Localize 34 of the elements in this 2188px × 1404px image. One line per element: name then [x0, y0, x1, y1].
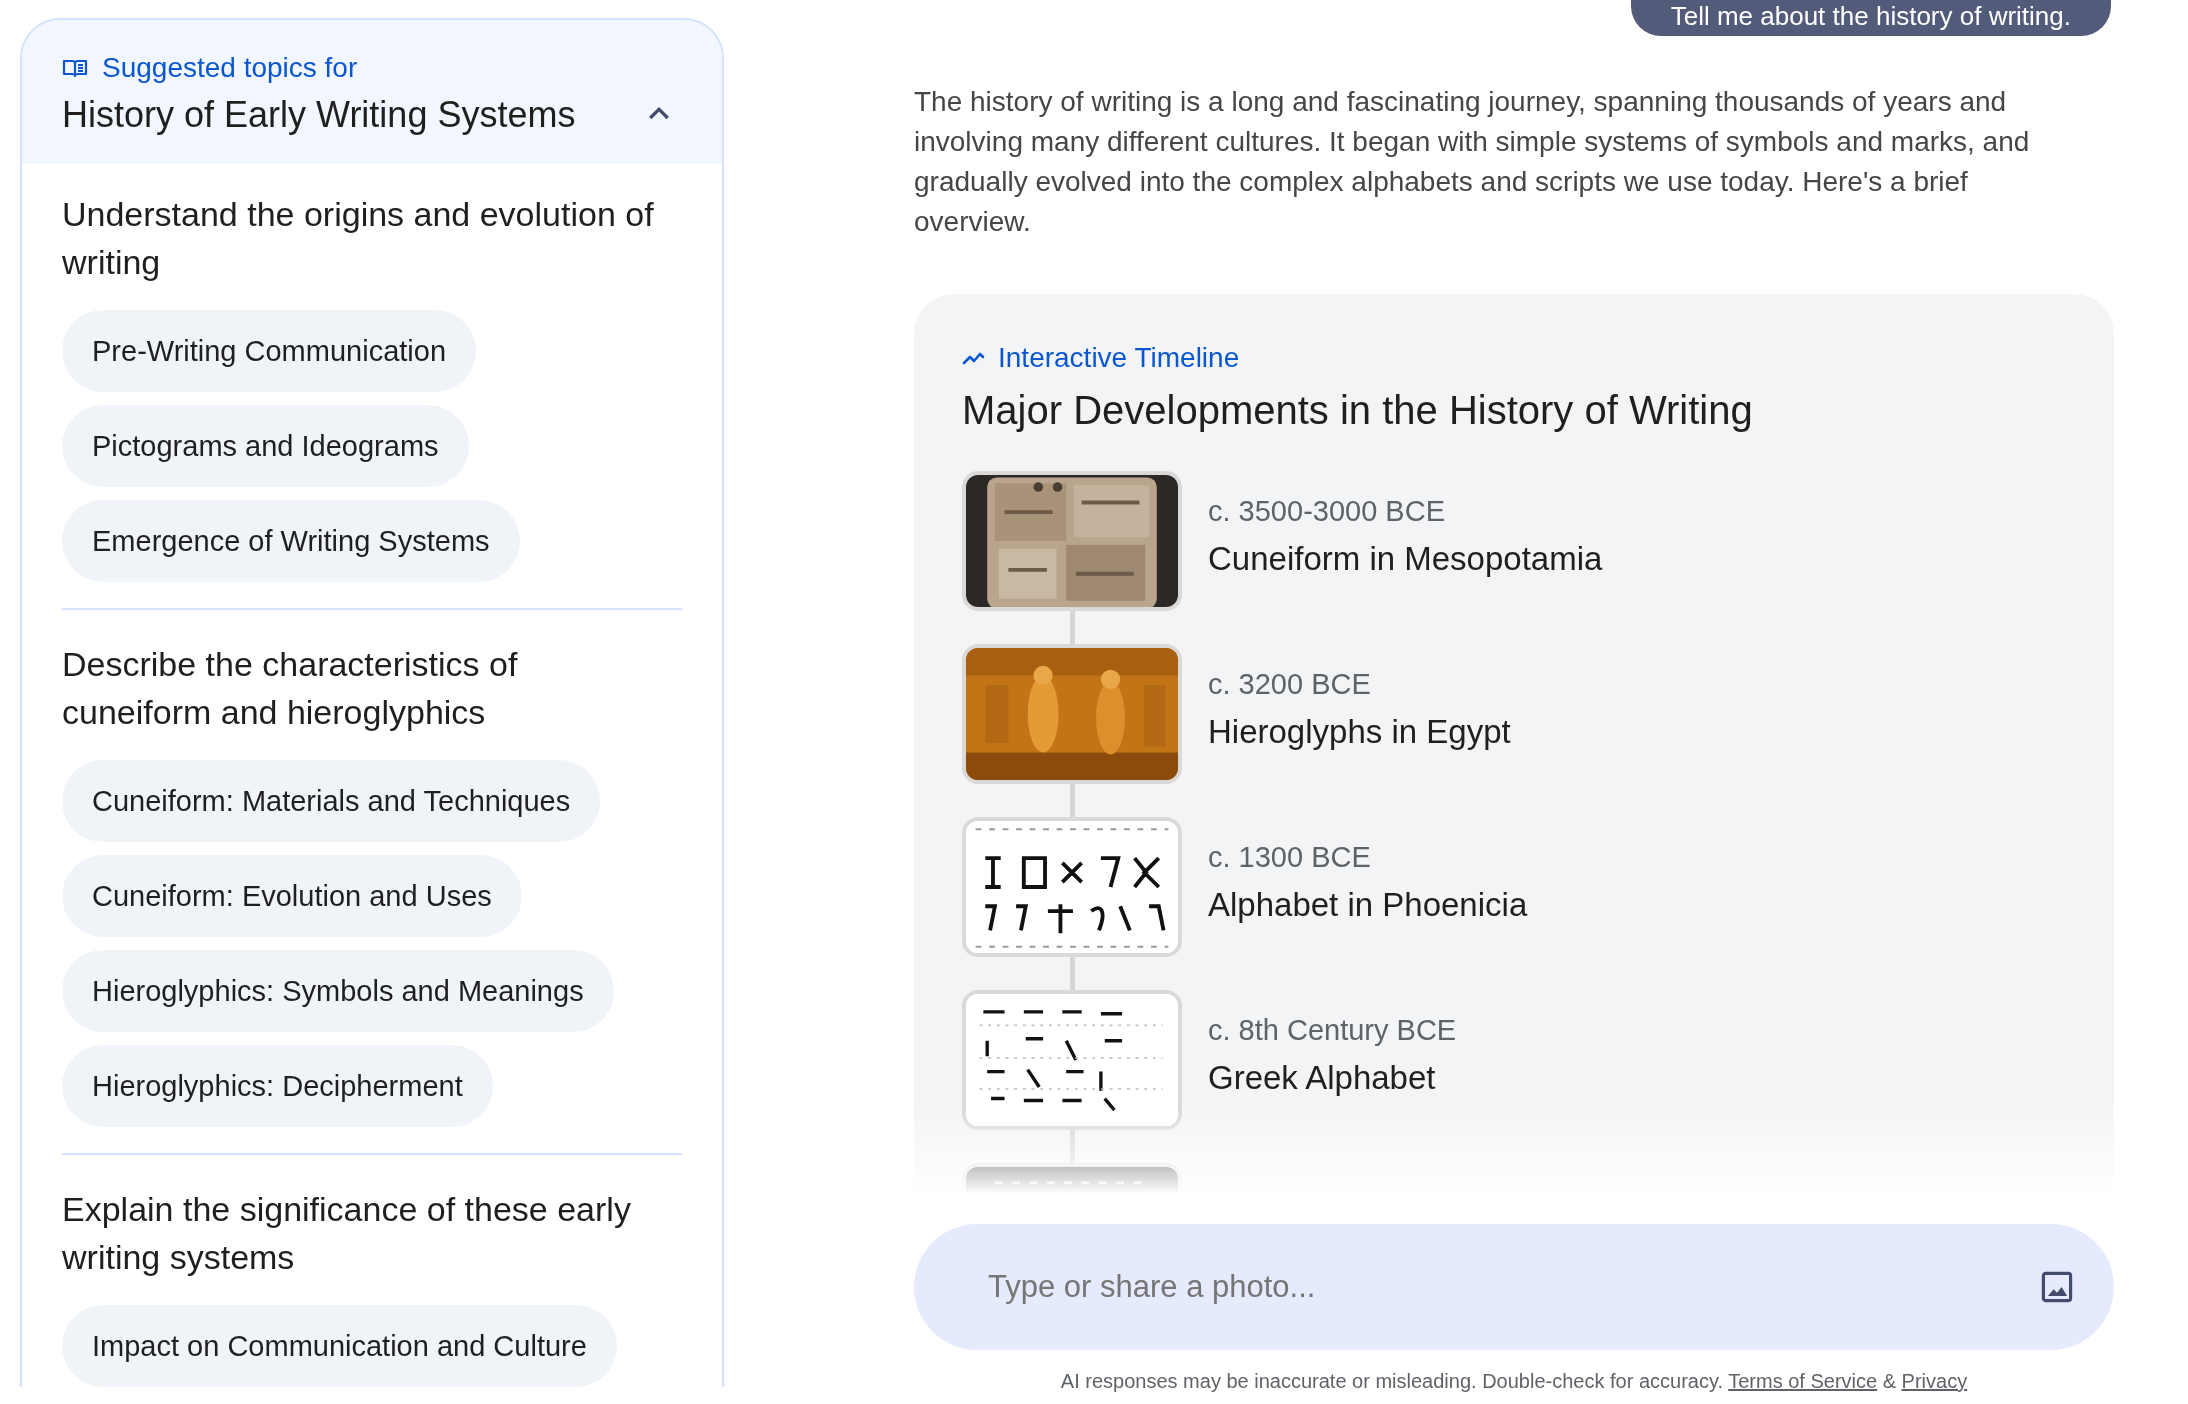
- message-box[interactable]: Type or share a photo...: [914, 1224, 2114, 1350]
- topic-chip[interactable]: Hieroglyphics: Decipherment: [62, 1045, 493, 1127]
- section-heading: Understand the origins and evolution of writing: [62, 194, 655, 283]
- response-text: The history of writing is a long and fascinating journey, spanning thousands of years and involving many different cultures. It began with simple systems of symbols and marks, and gradually evolved into the complex alphabets and scripts we use today. Here's a brief overview.: [914, 85, 2031, 239]
- topic-chip[interactable]: Cuneiform: Materials and Techniques: [62, 760, 601, 842]
- event-title: Cuneiform in Mesopotamia: [1208, 540, 1603, 578]
- section-heading: Explain the significance of these early writing systems: [62, 1189, 632, 1278]
- timeline-label: Interactive Timeline: [998, 342, 1240, 374]
- topic-chip[interactable]: Pre-Writing Communication: [62, 310, 477, 392]
- topic-chip[interactable]: Pictograms and Ideograms: [62, 405, 469, 487]
- image-icon: [2040, 1270, 2074, 1304]
- trend-icon: [962, 350, 986, 366]
- event-date: c. 3500-3000 BCE: [1208, 495, 1446, 528]
- event-date: c. 3200 BCE: [1208, 668, 1372, 701]
- panel-title: History of Early Writing Systems: [62, 94, 576, 136]
- terms-link[interactable]: Terms of Service: [1728, 1370, 1878, 1392]
- event-title: Alphabet in Phoenicia: [1208, 886, 1528, 924]
- message-field[interactable]: Type or share a photo...: [986, 1268, 2040, 1306]
- user-message: Tell me about the history of writing.: [1630, 0, 2111, 36]
- section-heading: Describe the characteristics of cuneiform and hieroglyphics: [62, 644, 519, 733]
- topic-chip[interactable]: Hieroglyphics: Symbols and Meanings: [62, 950, 614, 1032]
- topic-chip[interactable]: Impact on Communication and Culture: [62, 1305, 617, 1387]
- panel-label: Suggested topics for: [102, 52, 358, 84]
- privacy-link[interactable]: Privacy: [1901, 1370, 1968, 1392]
- topic-chip[interactable]: Emergence of Writing Systems: [62, 500, 520, 582]
- event-date: c. 8th Century BCE: [1208, 1014, 1457, 1047]
- disclaimer-text: AI responses may be inaccurate or misleading. Double-check for accuracy. Terms of Service & Privacy: [1059, 1370, 1969, 1393]
- image-upload-icon[interactable]: [2040, 1270, 2074, 1304]
- timeline-title: Major Developments in the History of Writing: [962, 388, 1754, 433]
- event-title: Hieroglyphs in Egypt: [1208, 713, 1511, 751]
- event-title: Greek Alphabet: [1208, 1059, 1437, 1097]
- topic-chip[interactable]: Cuneiform: Evolution and Uses: [62, 855, 522, 937]
- book-icon: [62, 58, 88, 78]
- event-date: c. 1300 BCE: [1208, 841, 1372, 874]
